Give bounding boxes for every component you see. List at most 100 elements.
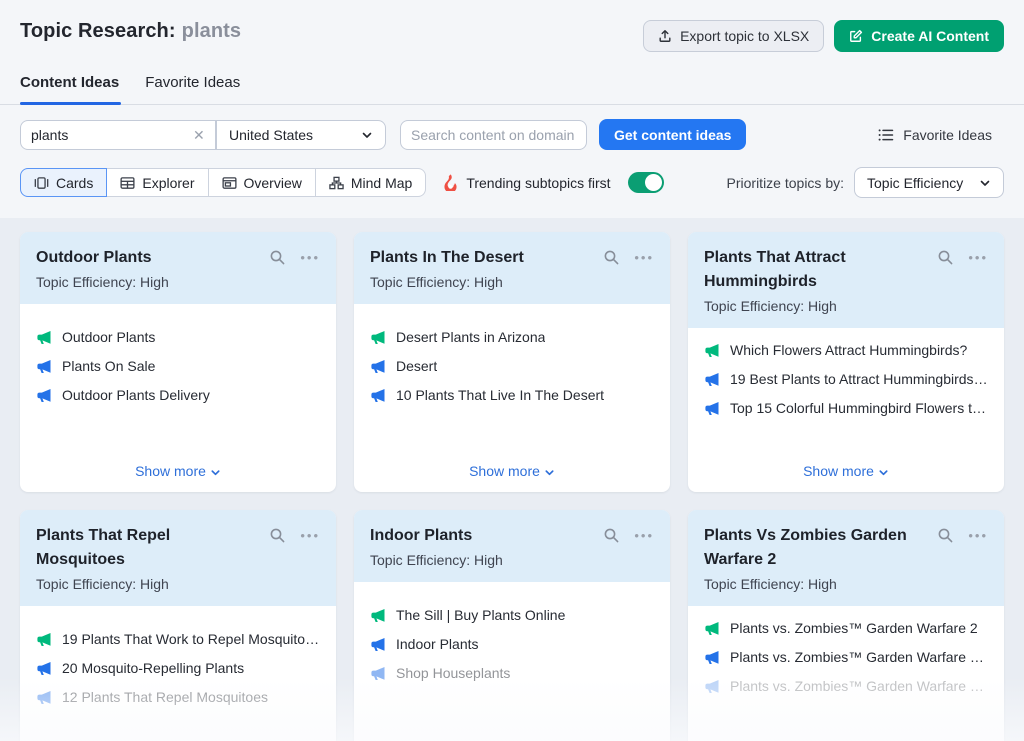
get-content-ideas-button[interactable]: Get content ideas	[599, 119, 746, 150]
search-icon[interactable]	[937, 249, 954, 266]
subtopic-item-label: The Sill | Buy Plants Online	[396, 607, 565, 623]
more-options-icon[interactable]: •••	[968, 253, 988, 263]
subtopic-item[interactable]: Plants vs. Zombies™ Garden Warfare 2: S.…	[704, 678, 988, 694]
card-body: Outdoor Plants Plants On Sale Outdoor Pl…	[20, 304, 336, 403]
card-efficiency: Topic Efficiency: High	[36, 575, 260, 593]
show-more-link[interactable]: Show more	[354, 463, 670, 479]
card-body: Which Flowers Attract Hummingbirds? 19 B…	[688, 328, 1004, 416]
prioritize-select-value: Topic Efficiency	[867, 175, 963, 191]
subtopic-item[interactable]: Which Flowers Attract Hummingbirds?	[704, 342, 988, 358]
card-title[interactable]: Plants Vs Zombies Garden Warfare 2	[704, 524, 928, 572]
subtopic-item[interactable]: The Sill | Buy Plants Online	[370, 607, 654, 623]
subtopic-item-label: 12 Plants That Repel Mosquitoes	[62, 689, 268, 705]
subtopic-item-label: 19 Best Plants to Attract Hummingbirds t…	[730, 371, 988, 387]
view-explorer-label: Explorer	[142, 175, 194, 191]
subtopic-item[interactable]: 10 Plants That Live In The Desert	[370, 387, 654, 403]
show-more-label: Show more	[135, 463, 206, 479]
country-select[interactable]: United States	[216, 120, 386, 150]
card-title[interactable]: Plants That Attract Hummingbirds	[704, 246, 928, 294]
card-grid: Outdoor Plants Topic Efficiency: High ••…	[0, 218, 1024, 741]
view-mindmap-button[interactable]: Mind Map	[316, 168, 426, 197]
more-options-icon[interactable]: •••	[300, 531, 320, 541]
subtopic-item-label: 10 Plants That Live In The Desert	[396, 387, 604, 403]
card-efficiency: Topic Efficiency: High	[36, 273, 260, 291]
card-body: Desert Plants in Arizona Desert 10 Plant…	[354, 304, 670, 403]
view-overview-button[interactable]: Overview	[209, 168, 316, 197]
tab-content-ideas[interactable]: Content Ideas	[20, 74, 119, 104]
more-options-icon[interactable]: •••	[634, 253, 654, 263]
subtopic-item[interactable]: Outdoor Plants Delivery	[36, 387, 320, 403]
view-explorer-button[interactable]: Explorer	[107, 168, 208, 197]
show-more-label: Show more	[469, 463, 540, 479]
subtopic-item[interactable]: 12 Plants That Repel Mosquitoes	[36, 689, 320, 705]
megaphone-icon	[370, 608, 386, 623]
trending-subtopics-control: Trending subtopics first	[443, 172, 663, 193]
prioritize-select[interactable]: Topic Efficiency	[854, 167, 1004, 198]
more-options-icon[interactable]: •••	[968, 531, 988, 541]
card-header: Plants That Repel Mosquitoes Topic Effic…	[20, 510, 336, 606]
subtopic-item[interactable]: 20 Mosquito-Repelling Plants	[36, 660, 320, 676]
search-icon[interactable]	[603, 249, 620, 266]
card-efficiency: Topic Efficiency: High	[370, 551, 594, 569]
megaphone-icon	[370, 388, 386, 403]
subtopic-item[interactable]: Desert	[370, 358, 654, 374]
subtopic-item[interactable]: Desert Plants in Arizona	[370, 329, 654, 345]
megaphone-icon	[370, 637, 386, 652]
subtopic-item[interactable]: 19 Plants That Work to Repel Mosquitos i…	[36, 631, 320, 647]
search-icon[interactable]	[603, 527, 620, 544]
megaphone-icon	[36, 388, 52, 403]
clear-keyword-icon[interactable]: ✕	[193, 128, 207, 142]
tab-favorite-ideas[interactable]: Favorite Ideas	[145, 74, 240, 104]
megaphone-icon	[704, 343, 720, 358]
list-icon	[878, 128, 894, 142]
subtopic-item-label: Outdoor Plants Delivery	[62, 387, 210, 403]
subtopic-item-label: 19 Plants That Work to Repel Mosquitos i…	[62, 631, 320, 647]
subtopic-item[interactable]: Outdoor Plants	[36, 329, 320, 345]
subtopic-item[interactable]: Indoor Plants	[370, 636, 654, 652]
chevron-down-icon	[979, 177, 991, 189]
card-title[interactable]: Indoor Plants	[370, 524, 594, 548]
megaphone-icon	[704, 650, 720, 665]
table-view-icon	[120, 176, 135, 190]
card-header: Plants In The Desert Topic Efficiency: H…	[354, 232, 670, 304]
card-body: The Sill | Buy Plants Online Indoor Plan…	[354, 582, 670, 681]
card-header: Outdoor Plants Topic Efficiency: High	[20, 232, 336, 304]
show-more-link[interactable]: Show more	[20, 463, 336, 479]
keyword-input-wrap: ✕	[20, 120, 216, 150]
show-more-label: Show more	[803, 463, 874, 479]
card-title[interactable]: Plants In The Desert	[370, 246, 594, 270]
top-bar: Topic Research:plants Export topic to XL…	[0, 0, 1024, 52]
subtopic-item[interactable]: Plants vs. Zombies™ Garden Warfare 2	[704, 620, 988, 636]
megaphone-icon	[704, 401, 720, 416]
card-efficiency: Topic Efficiency: High	[704, 575, 928, 593]
search-icon[interactable]	[269, 527, 286, 544]
subtopic-item-label: Plants On Sale	[62, 358, 155, 374]
show-more-link[interactable]: Show more	[688, 463, 1004, 479]
search-icon[interactable]	[269, 249, 286, 266]
card-title[interactable]: Plants That Repel Mosquitoes	[36, 524, 260, 572]
subtopic-item[interactable]: 19 Best Plants to Attract Hummingbirds t…	[704, 371, 988, 387]
keyword-input[interactable]	[20, 120, 216, 150]
card-title[interactable]: Outdoor Plants	[36, 246, 260, 270]
topic-card: Plants In The Desert Topic Efficiency: H…	[354, 232, 670, 492]
subtopic-item-label: Plants vs. Zombies™ Garden Warfare 2	[730, 620, 978, 636]
export-xlsx-button[interactable]: Export topic to XLSX	[643, 20, 824, 52]
subtopic-item[interactable]: Plants vs. Zombies™ Garden Warfare 2: D.…	[704, 649, 988, 665]
subtopic-item[interactable]: Plants On Sale	[36, 358, 320, 374]
more-options-icon[interactable]: •••	[300, 253, 320, 263]
get-content-ideas-label: Get content ideas	[614, 127, 731, 143]
card-body: Plants vs. Zombies™ Garden Warfare 2 Pla…	[688, 606, 1004, 694]
domain-search-input[interactable]	[400, 120, 587, 150]
export-xlsx-label: Export topic to XLSX	[680, 28, 809, 44]
trending-toggle[interactable]	[628, 172, 664, 193]
subtopic-item[interactable]: Top 15 Colorful Hummingbird Flowers to .…	[704, 400, 988, 416]
subtopic-item[interactable]: Shop Houseplants	[370, 665, 654, 681]
subtopic-item-label: Plants vs. Zombies™ Garden Warfare 2: S.…	[730, 678, 988, 694]
tab-bar: Content Ideas Favorite Ideas	[0, 74, 1024, 105]
search-icon[interactable]	[937, 527, 954, 544]
create-ai-content-button[interactable]: Create AI Content	[834, 20, 1004, 52]
toggle-knob	[645, 174, 662, 191]
favorite-ideas-link[interactable]: Favorite Ideas	[878, 127, 1004, 143]
view-cards-button[interactable]: Cards	[20, 168, 107, 197]
more-options-icon[interactable]: •••	[634, 531, 654, 541]
